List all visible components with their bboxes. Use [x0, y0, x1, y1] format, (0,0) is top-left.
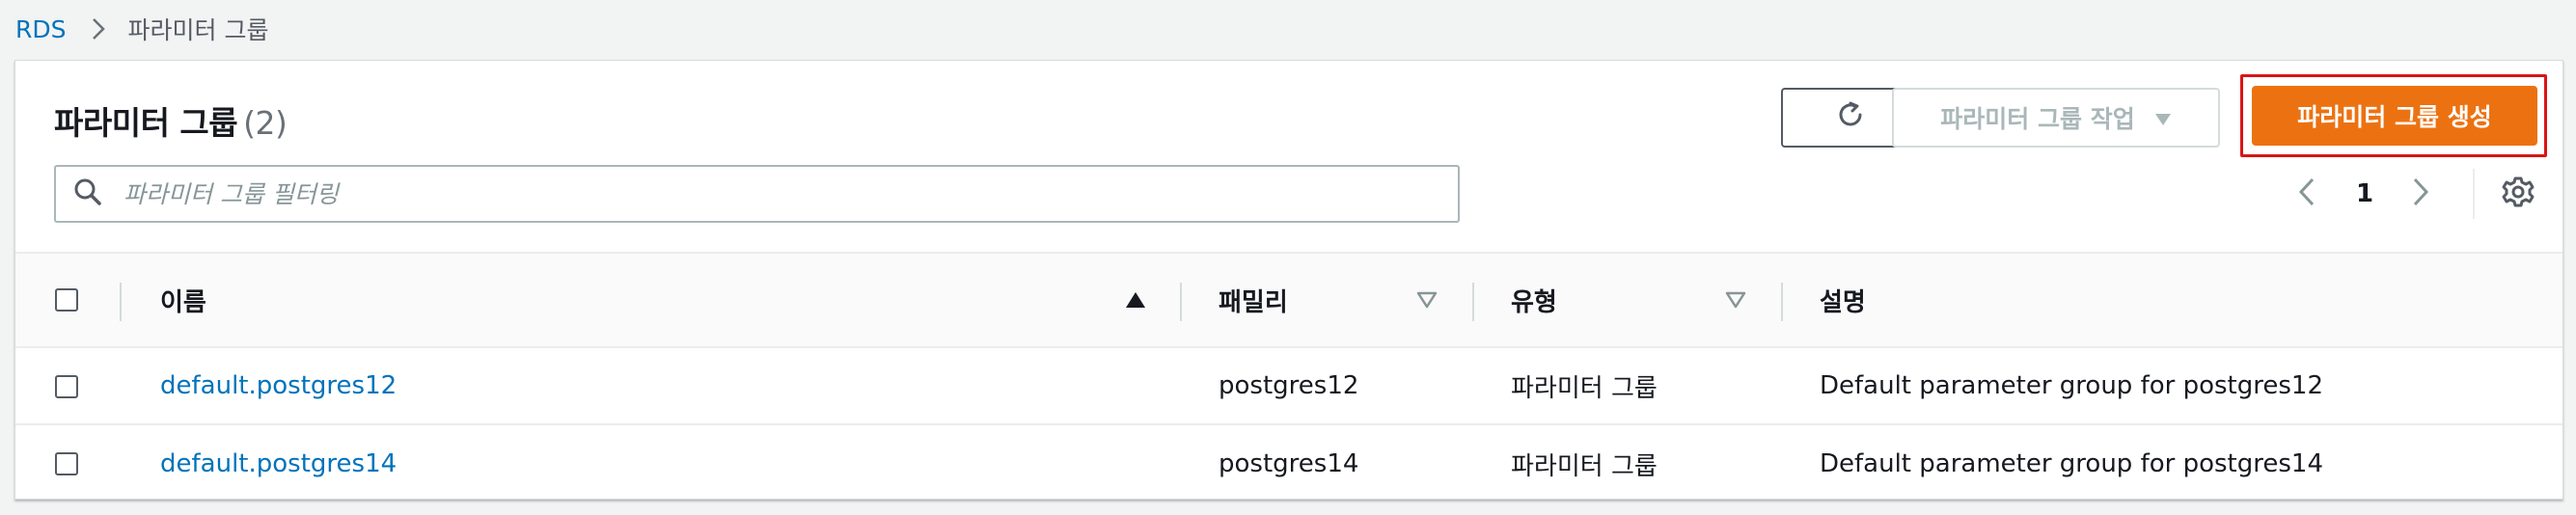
sort-caret-down-icon[interactable]: [1725, 254, 1746, 346]
column-header-description[interactable]: 설명: [1820, 254, 1866, 346]
column-header-type[interactable]: 유형: [1511, 254, 1557, 346]
parameter-group-actions-dropdown[interactable]: 파라미터 그룹 작업: [1892, 88, 2220, 148]
description-cell: Default parameter group for postgres14: [1820, 449, 2323, 478]
parameter-group-name-link[interactable]: default.postgres12: [160, 348, 397, 423]
breadcrumb-current: 파라미터 그룹: [127, 16, 269, 44]
sort-ascending-icon[interactable]: [1125, 254, 1146, 346]
actions-label: 파라미터 그룹 작업: [1940, 105, 2135, 133]
page-title: 파라미터 그룹 (2): [54, 97, 288, 144]
column-header-name[interactable]: 이름: [160, 254, 206, 346]
caret-down-icon: [2154, 104, 2172, 132]
parameter-group-name-link[interactable]: default.postgres14: [160, 425, 397, 502]
pager-divider: [2473, 169, 2475, 219]
refresh-icon: [1834, 98, 1867, 137]
breadcrumb: RDS 파라미터 그룹: [15, 10, 268, 48]
sort-caret-down-icon[interactable]: [1416, 254, 1438, 346]
select-all-checkbox[interactable]: [55, 288, 78, 312]
description-cell: Default parameter group for postgres12: [1820, 371, 2323, 400]
chevron-left-icon: [2297, 176, 2316, 211]
preferences-button[interactable]: [2499, 175, 2537, 213]
type-cell: 파라미터 그룹: [1511, 373, 1658, 403]
current-page-number[interactable]: 1: [2356, 165, 2373, 223]
chevron-right-icon: [92, 17, 105, 41]
chevron-right-icon: [2411, 176, 2430, 211]
type-cell: 파라미터 그룹: [1511, 451, 1658, 481]
panel-count: (2): [243, 104, 288, 142]
column-divider: [1180, 283, 1182, 321]
column-divider: [1472, 283, 1474, 321]
table-row[interactable]: default.postgres14 postgres14 파라미터 그룹 De…: [15, 425, 2562, 502]
family-cell: postgres12: [1219, 371, 1359, 400]
column-divider: [120, 283, 122, 321]
breadcrumb-rds-link[interactable]: RDS: [15, 15, 67, 43]
gear-icon: [2502, 176, 2535, 212]
table-row[interactable]: default.postgres12 postgres12 파라미터 그룹 De…: [15, 348, 2562, 425]
parameter-groups-panel: 파라미터 그룹 (2) 파라미터 그룹 작업 파라미터 그룹 생성 파라미터 그…: [14, 60, 2563, 500]
create-parameter-group-button[interactable]: 파라미터 그룹 생성: [2252, 86, 2537, 146]
family-cell: postgres14: [1219, 449, 1359, 478]
column-header-family[interactable]: 패밀리: [1219, 254, 1288, 346]
search-input[interactable]: [122, 178, 1380, 209]
column-divider: [1781, 283, 1783, 321]
row-checkbox[interactable]: [55, 452, 78, 475]
table-header: 이름 패밀리 유형 설명: [15, 254, 2562, 348]
next-page-button[interactable]: [2411, 165, 2430, 223]
previous-page-button[interactable]: [2297, 165, 2316, 223]
row-checkbox[interactable]: [55, 375, 78, 398]
panel-title-text: 파라미터 그룹: [54, 104, 238, 142]
search-icon: [73, 177, 102, 210]
filter-search-box[interactable]: [54, 165, 1460, 223]
